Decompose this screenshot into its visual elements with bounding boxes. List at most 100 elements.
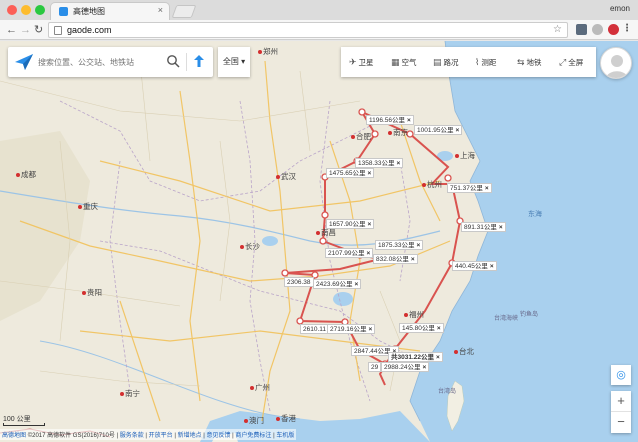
city-dot xyxy=(276,175,280,180)
city-taipei[interactable]: 台北 xyxy=(454,346,474,357)
tool-air[interactable]: ▦ 空气 xyxy=(391,47,417,77)
remove-point-icon[interactable]: × xyxy=(368,170,372,177)
reload-icon[interactable]: ↻ xyxy=(34,23,43,37)
city-wuhan[interactable]: 武汉 xyxy=(276,171,296,182)
search-icon[interactable] xyxy=(166,54,180,68)
tool-traffic[interactable]: ▤ 路况 xyxy=(433,47,459,77)
footer-link-terms[interactable]: 服务条款 xyxy=(120,433,144,439)
city-label: 香港 xyxy=(281,414,296,423)
search-input[interactable] xyxy=(38,54,163,70)
city-dot xyxy=(120,392,124,397)
remove-point-icon[interactable]: × xyxy=(355,281,359,288)
tool-subway-label: 地铁 xyxy=(526,58,542,67)
city-changsha[interactable]: 长沙 xyxy=(240,241,260,252)
profile-name[interactable]: emon xyxy=(610,4,630,13)
distance-value: 440.45公里 xyxy=(455,263,488,270)
remove-point-icon[interactable]: × xyxy=(423,364,427,371)
remove-point-icon[interactable]: × xyxy=(367,250,371,257)
zoom-out-button[interactable]: − xyxy=(611,412,631,433)
zoom-in-button[interactable]: + xyxy=(611,391,631,412)
pinterest-extension-icon[interactable] xyxy=(608,24,619,35)
city-fuzhou[interactable]: 福州 xyxy=(404,309,424,320)
city-chengdu[interactable]: 成都 xyxy=(16,169,36,180)
distance-value: 1875.33公里 xyxy=(378,242,415,249)
bookmark-star-icon[interactable]: ☆ xyxy=(553,24,562,35)
remove-point-icon[interactable]: × xyxy=(397,160,401,167)
remove-point-icon[interactable]: × xyxy=(456,127,460,134)
city-nanning[interactable]: 南宁 xyxy=(120,388,140,399)
close-window-button[interactable] xyxy=(7,5,17,15)
tool-satellite[interactable]: ✈ 卫星 xyxy=(349,47,374,77)
city-nanjing[interactable]: 南京 xyxy=(388,127,408,138)
sea-label-east-china-sea: 东海 xyxy=(528,211,542,218)
distance-label: 29 xyxy=(368,362,382,372)
city-label: 广州 xyxy=(255,383,270,392)
remove-point-icon[interactable]: × xyxy=(417,242,421,249)
footer-link-add-place[interactable]: 新增地点 xyxy=(178,433,202,439)
page-icon xyxy=(54,26,62,35)
user-avatar[interactable] xyxy=(600,47,632,79)
distance-value: 2107.99公里 xyxy=(328,250,365,257)
zoom-control: + − xyxy=(611,391,631,433)
city-label: 上海 xyxy=(460,151,475,160)
remove-point-icon[interactable]: × xyxy=(437,325,441,332)
remove-point-icon[interactable]: × xyxy=(368,221,372,228)
remove-point-icon[interactable]: × xyxy=(499,224,503,231)
footer-brand-link[interactable]: 高德地图 xyxy=(2,433,26,439)
distance-label: 2988.24公里 × xyxy=(381,362,430,372)
city-hefei[interactable]: 合肥 xyxy=(351,131,371,142)
traffic-icon: ▤ xyxy=(433,57,442,67)
city-shanghai[interactable]: 上海 xyxy=(455,150,475,161)
tool-fullscreen[interactable]: ⤢ 全屏 xyxy=(559,47,583,77)
city-macau[interactable]: 澳门 xyxy=(244,415,264,426)
extension-circle-icon[interactable] xyxy=(592,24,603,35)
forward-arrow-icon[interactable]: → xyxy=(20,23,31,37)
remove-point-icon[interactable]: × xyxy=(485,185,489,192)
remove-point-icon[interactable]: × xyxy=(407,117,411,124)
city-label: 澳门 xyxy=(249,416,264,425)
city-label: 南京 xyxy=(393,128,408,137)
city-hangzhou[interactable]: 杭州 xyxy=(422,179,442,190)
directions-icon[interactable] xyxy=(192,54,206,68)
new-tab-button[interactable] xyxy=(171,5,197,18)
tab-gaode[interactable]: 高德地图 × xyxy=(50,2,170,20)
footer-link-car[interactable]: 车机版 xyxy=(276,433,294,439)
extension-translate-icon[interactable] xyxy=(576,24,587,35)
distance-label: 145.80公里 × xyxy=(399,323,444,333)
sea-label-strait: 台湾海峡 xyxy=(494,316,519,322)
city-chongqing[interactable]: 重庆 xyxy=(78,201,98,212)
map-canvas[interactable]: 全国 ▾ ✈卫星 ▦空气 ▤路况 ⌇测距 ⇆地铁 ⤢全屏 郑州 合肥 南京 上海… xyxy=(0,41,638,442)
footer-link-open-platform[interactable]: 开放平台 xyxy=(149,433,173,439)
distance-label: 1475.65公里 × xyxy=(326,168,375,178)
footer-link-merchant[interactable]: 商户免费标注 xyxy=(235,433,271,439)
distance-value: 29 xyxy=(371,364,379,371)
tool-subway[interactable]: ⇆ 地铁 xyxy=(517,47,542,77)
minimize-window-button[interactable] xyxy=(21,5,31,15)
remove-point-icon[interactable]: × xyxy=(490,263,494,270)
ruler-icon: ⌇ xyxy=(475,57,480,67)
city-selector[interactable]: 全国 ▾ xyxy=(218,47,250,77)
browser-menu-icon[interactable]: ⋮ xyxy=(622,23,632,34)
city-hongkong[interactable]: 香港 xyxy=(276,413,296,424)
city-guiyang[interactable]: 贵阳 xyxy=(82,287,102,298)
gaode-favicon-icon xyxy=(59,7,68,16)
locate-me-button[interactable]: ◎ xyxy=(611,365,631,385)
distance-label: 751.37公里 × xyxy=(447,183,492,193)
maximize-window-button[interactable] xyxy=(35,5,45,15)
footer-link-feedback[interactable]: 意见反馈 xyxy=(207,433,231,439)
address-bar[interactable]: gaode.com ☆ xyxy=(48,22,568,38)
distance-value: 2847.44公里 xyxy=(354,348,391,355)
back-arrow-icon[interactable]: ← xyxy=(6,23,17,37)
tab-close-icon[interactable]: × xyxy=(158,5,163,15)
subway-icon: ⇆ xyxy=(517,57,525,67)
url-text[interactable]: gaode.com xyxy=(67,25,112,35)
city-guangzhou[interactable]: 广州 xyxy=(250,382,270,393)
city-zhengzhou[interactable]: 郑州 xyxy=(258,46,278,57)
remove-point-icon[interactable]: × xyxy=(369,326,373,333)
amap-logo-icon[interactable] xyxy=(14,53,34,71)
remove-route-icon[interactable]: × xyxy=(436,354,440,361)
city-label: 成都 xyxy=(21,170,36,179)
remove-point-icon[interactable]: × xyxy=(411,256,415,263)
tool-ruler[interactable]: ⌇ 测距 xyxy=(475,47,496,77)
city-dot xyxy=(404,313,408,318)
